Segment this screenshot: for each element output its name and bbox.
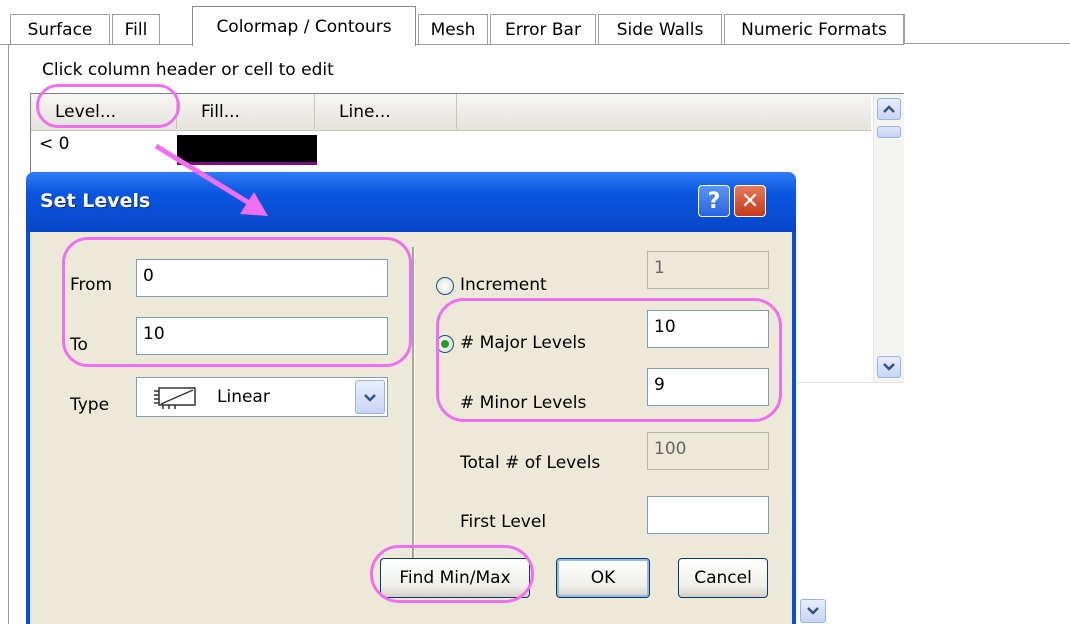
tab-label: Surface xyxy=(27,19,93,40)
tab-divider xyxy=(0,44,904,45)
line-column-header[interactable]: Line... xyxy=(315,94,457,129)
tab-surface[interactable]: Surface xyxy=(10,14,110,44)
cancel-button[interactable]: Cancel xyxy=(678,558,768,598)
tab-error-bar[interactable]: Error Bar xyxy=(490,14,596,44)
grid-scrollbar[interactable] xyxy=(873,94,904,382)
annotation-from-to xyxy=(62,237,412,367)
help-button[interactable]: ? xyxy=(698,185,730,217)
tab-strip-empty xyxy=(904,14,1070,44)
tab-numeric-formats[interactable]: Numeric Formats xyxy=(724,14,904,44)
type-label: Type xyxy=(70,395,110,415)
type-value: Linear xyxy=(217,387,270,407)
tab-mesh[interactable]: Mesh xyxy=(418,14,488,44)
annotation-major-minor xyxy=(436,298,782,422)
annotation-arrow-icon xyxy=(154,143,268,216)
hidden-dropdown-button xyxy=(800,599,826,623)
linear-scale-icon xyxy=(154,387,196,409)
tab-label: Fill xyxy=(124,19,148,40)
close-button[interactable]: ✕ xyxy=(734,185,766,217)
scroll-down-button[interactable] xyxy=(877,356,901,378)
dialog-title: Set Levels xyxy=(40,190,151,212)
first-level-field[interactable] xyxy=(647,496,769,534)
tab-label: Numeric Formats xyxy=(741,19,887,40)
fill-column-header[interactable]: Fill... xyxy=(177,94,315,129)
chevron-down-icon xyxy=(364,394,376,402)
tab-label: Colormap / Contours xyxy=(216,16,392,37)
column-divider xyxy=(412,247,415,587)
total-levels-label: Total # of Levels xyxy=(460,453,601,473)
scroll-up-button[interactable] xyxy=(877,98,901,120)
tab-label: Side Walls xyxy=(616,19,704,40)
tab-side-walls[interactable]: Side Walls xyxy=(598,14,722,44)
first-level-label: First Level xyxy=(460,512,547,532)
ok-button[interactable]: OK xyxy=(556,558,650,598)
increment-field[interactable]: 1 xyxy=(647,251,769,289)
cancel-label: Cancel xyxy=(694,568,752,588)
scroll-thumb[interactable] xyxy=(877,126,901,138)
tab-fill[interactable]: Fill xyxy=(112,14,160,44)
type-dropdown-button[interactable] xyxy=(355,380,385,414)
close-icon: ✕ xyxy=(740,188,760,214)
chevron-down-icon xyxy=(807,607,819,615)
page-border xyxy=(8,45,9,624)
total-levels-field: 100 xyxy=(647,432,769,470)
increment-radio[interactable] xyxy=(436,277,454,295)
tab-strip: Surface Fill Colormap / Contours Mesh Er… xyxy=(0,0,1070,46)
dialog-titlebar[interactable]: Set Levels ? ✕ xyxy=(26,172,796,232)
annotation-level-header xyxy=(36,84,180,128)
type-select[interactable]: Linear xyxy=(136,377,388,417)
chevron-down-icon xyxy=(883,363,895,371)
increment-label: Increment xyxy=(460,275,547,295)
tab-colormap-contours[interactable]: Colormap / Contours xyxy=(192,6,416,46)
level-cell[interactable]: < 0 xyxy=(39,134,69,154)
tab-label: Error Bar xyxy=(505,19,581,40)
annotation-find-min-max xyxy=(370,545,534,603)
tab-label: Mesh xyxy=(430,19,476,40)
edit-hint: Click column header or cell to edit xyxy=(42,60,334,80)
help-icon: ? xyxy=(707,188,721,214)
ok-label: OK xyxy=(590,568,616,588)
chevron-up-icon xyxy=(883,105,895,113)
